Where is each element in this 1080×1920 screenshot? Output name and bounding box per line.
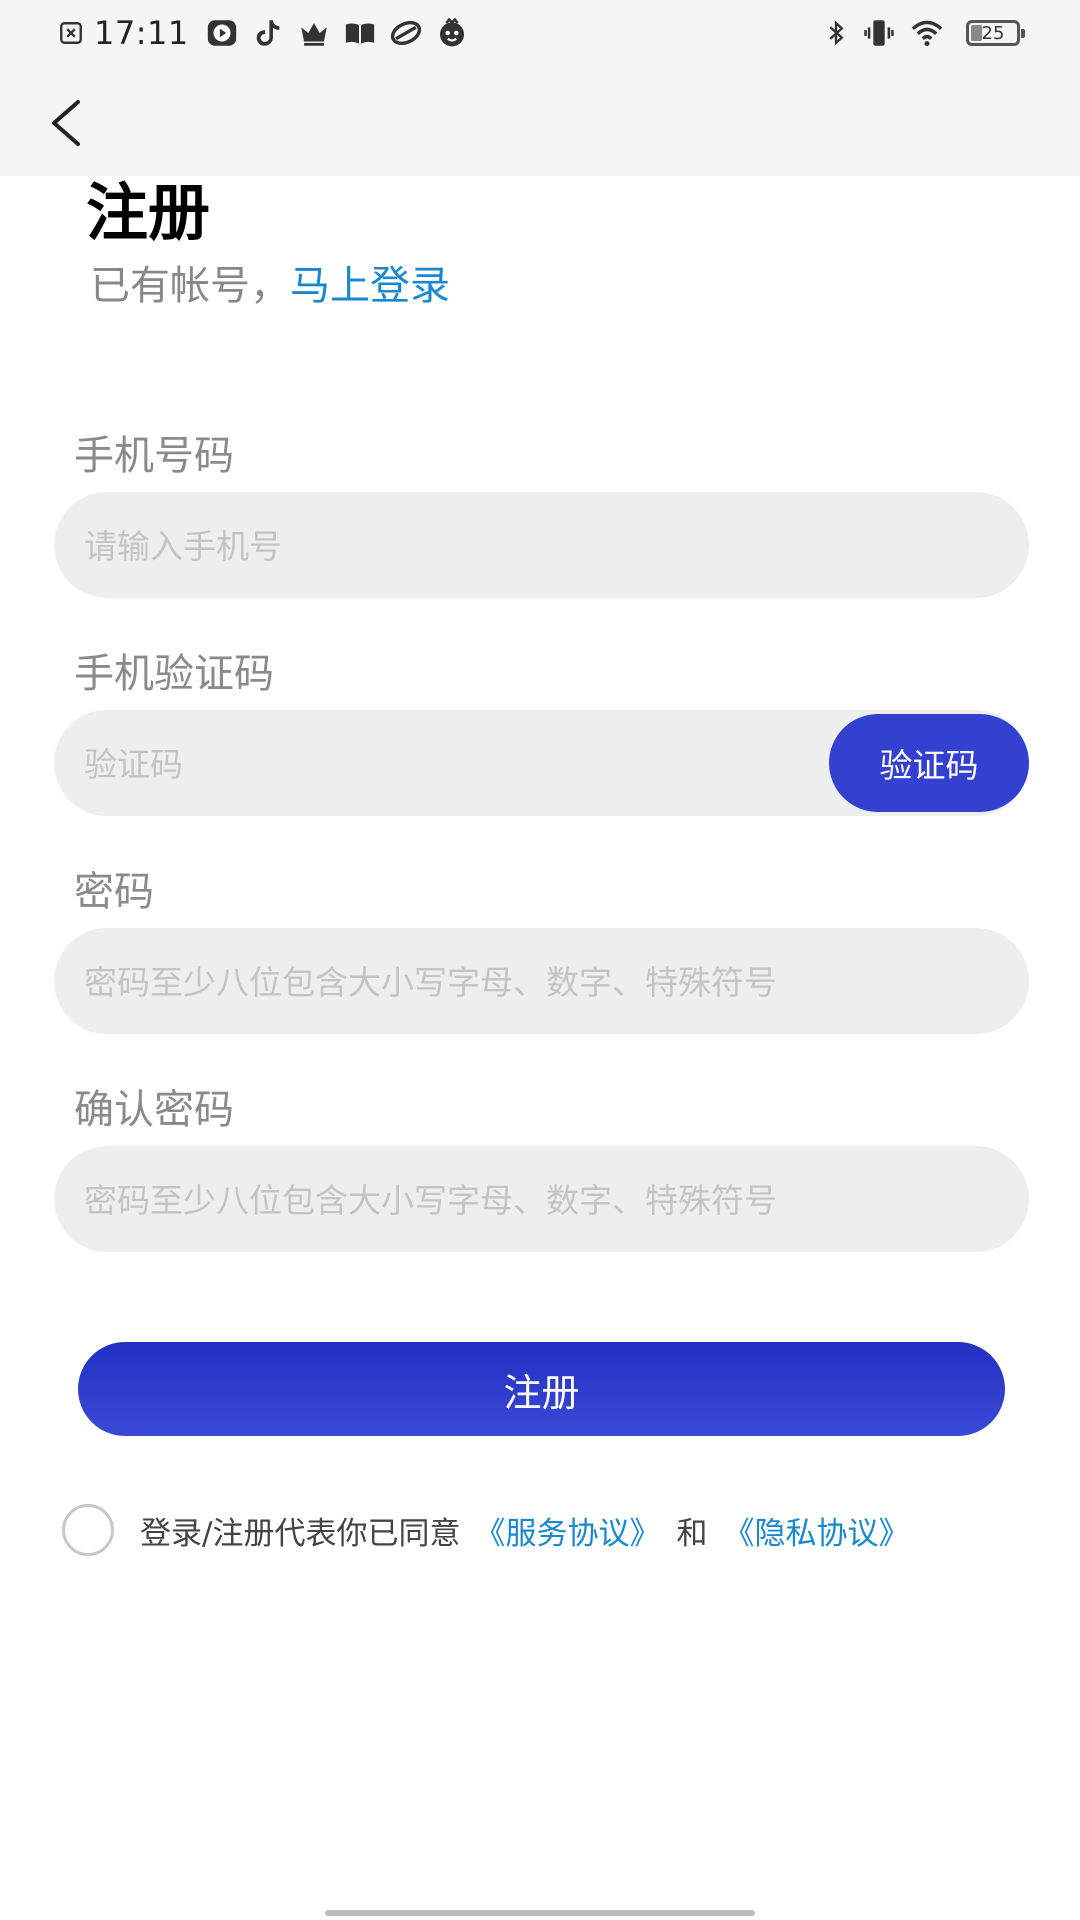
agree-checkbox[interactable] [62, 1504, 114, 1556]
agreement-row: 登录/注册代表你已同意 《服务协议》 和 《隐私协议》 [62, 1504, 909, 1556]
password-input[interactable] [82, 928, 986, 1036]
phone-input[interactable] [82, 492, 986, 600]
agreement-text: 登录/注册代表你已同意 [140, 1515, 461, 1552]
code-input[interactable] [82, 710, 726, 818]
face-icon [439, 17, 464, 47]
login-hint: 已有帐号，马上登录 [90, 258, 450, 314]
phone-label: 手机号码 [74, 433, 234, 479]
close-box-icon [60, 22, 82, 44]
page-title: 注册 [86, 176, 211, 249]
phone-field [54, 492, 1029, 600]
login-prompt-text: 已有帐号， [90, 263, 290, 309]
status-left: 17:11 [58, 14, 481, 52]
vibrate-icon [864, 20, 894, 46]
home-indicator[interactable] [325, 1910, 755, 1916]
status-bar: 17:11 25 [0, 0, 1080, 68]
confirm-password-field [54, 1146, 1029, 1254]
get-code-button[interactable]: 验证码 [829, 714, 1029, 812]
privacy-agreement-link[interactable]: 《隐私协议》 [723, 1508, 909, 1553]
play-icon [207, 20, 236, 46]
password-field [54, 928, 1029, 1036]
battery-level: 25 [981, 22, 1005, 44]
chevron-left-icon [52, 100, 80, 146]
book-icon [345, 23, 374, 44]
leaf-icon [390, 21, 421, 45]
code-label: 手机验证码 [74, 651, 274, 697]
password-label: 密码 [74, 869, 154, 915]
confirm-password-label: 确认密码 [74, 1087, 234, 1133]
code-field: 验证码 [54, 710, 1029, 818]
bluetooth-icon [829, 20, 844, 46]
back-button[interactable] [42, 92, 98, 152]
app-bar [0, 68, 1080, 176]
status-right: 25 [822, 16, 1025, 50]
service-agreement-link[interactable]: 《服务协议》 [474, 1508, 660, 1553]
status-time: 17:11 [94, 14, 189, 52]
login-link[interactable]: 马上登录 [290, 263, 450, 309]
wifi-icon [911, 20, 943, 47]
register-button[interactable]: 注册 [78, 1342, 1005, 1436]
battery-icon: 25 [966, 20, 1025, 46]
tiktok-icon [256, 20, 280, 46]
confirm-password-input[interactable] [82, 1146, 986, 1254]
agreement-conjunction: 和 [676, 1515, 708, 1552]
crown-icon [300, 23, 327, 46]
